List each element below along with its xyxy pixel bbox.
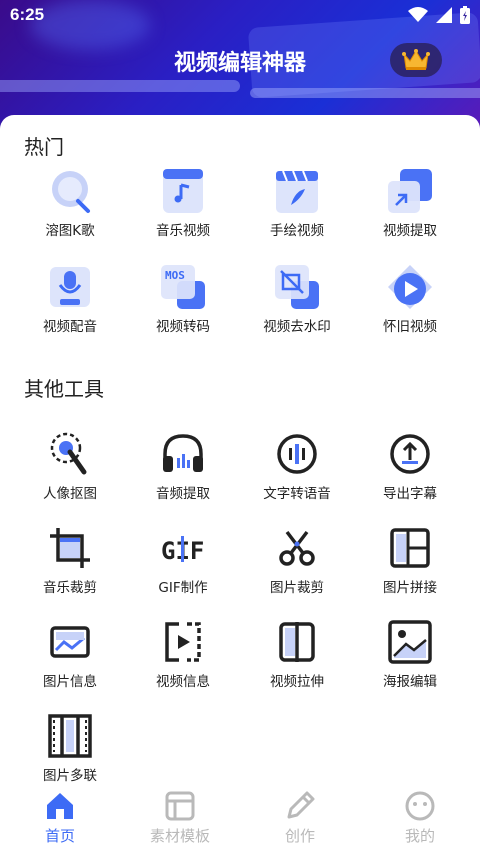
tool-item[interactable]: 海报编辑 — [350, 618, 470, 690]
vip-button[interactable] — [390, 43, 442, 77]
tool-item-label: 海报编辑 — [383, 674, 437, 690]
app-header: 6:25 视频编辑神器 — [0, 0, 480, 130]
text-to-speech-icon — [273, 430, 321, 478]
tool-item[interactable]: 图片拼接 — [350, 524, 470, 596]
status-bar: 6:25 — [0, 0, 480, 34]
tab-profile[interactable]: 我的 — [360, 789, 480, 846]
tab-label: 创作 — [284, 827, 315, 845]
gif-icon: GIF — [159, 524, 207, 572]
tab-label: 首页 — [44, 827, 75, 845]
tab-label: 我的 — [404, 827, 435, 845]
tool-item-label: 图片多联 — [43, 768, 97, 784]
video-info-icon — [159, 618, 207, 666]
pencil-icon — [283, 789, 317, 823]
section-title-hot: 热门 — [24, 135, 64, 159]
poster-icon — [386, 618, 434, 666]
tool-item[interactable]: 文字转语音 — [237, 430, 357, 502]
tool-item-label: 导出字幕 — [383, 486, 437, 502]
wifi-icon — [408, 7, 428, 22]
hot-item-label: 视频提取 — [383, 223, 437, 239]
tab-home[interactable]: 首页 — [0, 789, 120, 846]
tool-item-label: 图片裁剪 — [270, 580, 324, 596]
bottom-tab-bar: 首页 素材模板 创作 我的 — [0, 783, 480, 853]
header-decoration — [0, 80, 240, 92]
upload-circle-icon — [386, 430, 434, 478]
signal-icon — [436, 7, 452, 23]
film-strip-icon — [46, 712, 94, 760]
mos-convert-icon: MOS — [159, 263, 207, 311]
hot-item[interactable]: 手绘视频 — [237, 167, 357, 239]
hot-item[interactable]: 视频配音 — [10, 263, 130, 335]
tool-item[interactable]: 音频提取 — [123, 430, 243, 502]
tool-item-label: 视频信息 — [156, 674, 210, 690]
stretch-icon — [273, 618, 321, 666]
crown-icon — [402, 49, 430, 70]
microphone-icon — [46, 263, 94, 311]
collage-icon — [386, 524, 434, 572]
hot-item-label: 怀旧视频 — [383, 319, 437, 335]
image-info-icon — [46, 618, 94, 666]
hot-item[interactable]: 视频提取 — [350, 167, 470, 239]
header-decoration — [250, 88, 480, 98]
tab-templates[interactable]: 素材模板 — [120, 789, 240, 846]
status-time: 6:25 — [10, 5, 45, 24]
tool-item-label: 文字转语音 — [263, 486, 331, 502]
tool-item[interactable]: GIF GIF制作 — [123, 524, 243, 596]
tool-item-label: 人像抠图 — [43, 486, 97, 502]
tool-item-label: 视频拉伸 — [270, 674, 324, 690]
hot-item-label: 视频转码 — [156, 319, 210, 335]
remove-watermark-icon — [273, 263, 321, 311]
tool-item[interactable]: 音乐裁剪 — [10, 524, 130, 596]
headphones-icon — [159, 430, 207, 478]
hot-item-label: 音乐视频 — [156, 223, 210, 239]
mic-bubble-icon — [46, 167, 94, 215]
status-icons — [408, 6, 470, 24]
svg-text:MOS: MOS — [165, 269, 185, 282]
crop-icon — [46, 524, 94, 572]
tab-label: 素材模板 — [149, 827, 210, 845]
scissors-icon — [273, 524, 321, 572]
battery-icon — [460, 6, 470, 24]
tool-item-label: GIF制作 — [158, 580, 208, 596]
music-note-icon — [159, 167, 207, 215]
section-title-tools: 其他工具 — [24, 377, 104, 401]
tool-item-label: 音频提取 — [156, 486, 210, 502]
hot-item[interactable]: 溶图K歌 — [10, 167, 130, 239]
template-icon — [163, 789, 197, 823]
hot-item-label: 视频去水印 — [263, 319, 331, 335]
hot-item-label: 手绘视频 — [270, 223, 324, 239]
main-content: 热门 溶图K歌 音乐视频 手绘视频 视频提取 视频配音 MOS 视频转码 视频去… — [0, 115, 480, 784]
play-retro-icon — [386, 263, 434, 311]
magic-wand-icon — [46, 430, 94, 478]
tool-item-label: 图片拼接 — [383, 580, 437, 596]
tool-item[interactable]: 图片裁剪 — [237, 524, 357, 596]
extract-arrow-icon — [386, 167, 434, 215]
tool-item[interactable]: 图片信息 — [10, 618, 130, 690]
tab-create[interactable]: 创作 — [240, 789, 360, 846]
hot-item-label: 视频配音 — [43, 319, 97, 335]
tool-item[interactable]: 视频拉伸 — [237, 618, 357, 690]
clapboard-feather-icon — [273, 167, 321, 215]
tool-item[interactable]: 视频信息 — [123, 618, 243, 690]
tool-item-label: 音乐裁剪 — [43, 580, 97, 596]
tool-item[interactable]: 导出字幕 — [350, 430, 470, 502]
profile-icon — [403, 789, 437, 823]
tool-item-label: 图片信息 — [43, 674, 97, 690]
hot-item[interactable]: MOS 视频转码 — [123, 263, 243, 335]
hot-item-label: 溶图K歌 — [45, 223, 95, 239]
hot-item[interactable]: 视频去水印 — [237, 263, 357, 335]
hot-item[interactable]: 怀旧视频 — [350, 263, 470, 335]
tool-item[interactable]: 图片多联 — [10, 712, 130, 784]
home-icon — [43, 789, 77, 823]
hot-item[interactable]: 音乐视频 — [123, 167, 243, 239]
tool-item[interactable]: 人像抠图 — [10, 430, 130, 502]
